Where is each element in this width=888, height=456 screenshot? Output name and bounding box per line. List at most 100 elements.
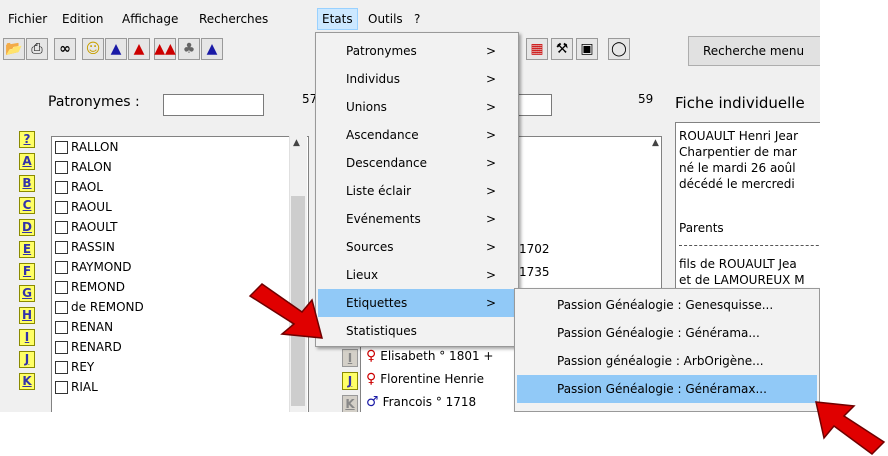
letter-tab-c[interactable]: C <box>19 197 35 214</box>
letter-tab-e[interactable]: E <box>19 241 35 258</box>
chevron-right-icon: > <box>485 184 496 198</box>
menu-item-etiquettes[interactable]: Etiquettes > <box>318 289 516 317</box>
list-item[interactable]: RENARD <box>55 337 122 357</box>
surname-list: RALLON RALON RAOL RAOUL RAOULT RASSIN RA… <box>51 136 309 412</box>
checkbox[interactable] <box>55 320 68 334</box>
menu-item-sources[interactable]: Sources > <box>318 233 516 261</box>
list-item[interactable]: RIAL <box>55 377 98 397</box>
menu-item-statistiques[interactable]: Statistiques <box>318 317 516 345</box>
menu-outils[interactable]: Outils <box>364 8 407 30</box>
checkbox[interactable] <box>55 360 68 374</box>
menu-etats[interactable]: Etats <box>317 8 358 30</box>
divider <box>679 245 820 246</box>
list-item[interactable]: RAYMOND <box>55 257 131 277</box>
fiche-parents-label: Parents <box>679 221 724 235</box>
smiley-icon[interactable]: ☺ <box>82 38 104 60</box>
letter-tab-g[interactable]: G <box>19 285 35 302</box>
menu-item-ascendance[interactable]: Ascendance > <box>318 121 516 149</box>
menu-recherches[interactable]: Recherches <box>195 8 272 30</box>
menu-edition[interactable]: Edition <box>58 8 108 30</box>
letter-tab-k[interactable]: K <box>342 395 358 412</box>
people-icon[interactable]: ▲ <box>201 38 223 60</box>
list-item[interactable]: ♀ Elisabeth ° 1801 + <box>366 346 493 366</box>
submenu-item-arborigene[interactable]: Passion généalogie : ArbOrigène... <box>517 347 817 375</box>
checkbox[interactable] <box>55 340 68 354</box>
list-item[interactable]: RALLON <box>55 137 118 157</box>
list-item[interactable]: RAOL <box>55 177 103 197</box>
submenu-item-genesquisse[interactable]: Passion Généalogie : Genesquisse... <box>517 291 817 319</box>
letter-tab-a[interactable]: A <box>19 153 35 170</box>
scroll-up-icon[interactable]: ▲ <box>652 138 659 148</box>
letter-tab-k[interactable]: K <box>19 373 35 390</box>
list-item[interactable]: REMOND <box>55 277 125 297</box>
checkbox[interactable] <box>55 140 68 154</box>
checkbox[interactable] <box>55 180 68 194</box>
menu-item-unions[interactable]: Unions > <box>318 93 516 121</box>
list-item[interactable]: RAOULT <box>55 217 117 237</box>
list-item[interactable]: RENAN <box>55 317 113 337</box>
checkbox[interactable] <box>55 300 68 314</box>
lightbulb-icon[interactable]: ◯ <box>608 38 630 60</box>
menu-item-individus[interactable]: Individus > <box>318 65 516 93</box>
checkbox[interactable] <box>55 160 68 174</box>
list-item[interactable]: RALON <box>55 157 112 177</box>
woman-icon[interactable]: ▲ <box>128 38 150 60</box>
submenu-item-generamax[interactable]: Passion Généalogie : Généramax... <box>517 375 817 403</box>
man-icon[interactable]: ▲ <box>105 38 127 60</box>
fiche-panel: ROUAULT Henri Jear Charpentier de mar né… <box>675 122 820 292</box>
checkbox[interactable] <box>55 240 68 254</box>
menu-item-lieux[interactable]: Lieux > <box>318 261 516 289</box>
chevron-right-icon: > <box>485 240 496 254</box>
etats-dropdown-menu: Patronymes > Individus > Unions > Ascendanc… <box>315 32 519 347</box>
scroll-up-icon[interactable]: ▲ <box>293 138 300 148</box>
menu-item-evenements[interactable]: Evénements > <box>318 205 516 233</box>
letter-tab-j[interactable]: J <box>19 351 35 368</box>
checkbox[interactable] <box>55 260 68 274</box>
birth-year: 1735 <box>519 265 550 279</box>
menu-item-patronymes[interactable]: Patronymes > <box>318 37 516 65</box>
male-icon: ♂ <box>366 394 379 410</box>
letter-tab-j[interactable]: J <box>342 372 358 390</box>
submenu-item-generama[interactable]: Passion Généalogie : Générama... <box>517 319 817 347</box>
individus-count: 59 <box>638 92 654 106</box>
letter-tab-i[interactable]: I <box>342 349 358 367</box>
list-item[interactable]: RAOUL <box>55 197 112 217</box>
checkbox[interactable] <box>55 280 68 294</box>
list-item[interactable]: RASSIN <box>55 237 115 257</box>
binoculars-icon[interactable]: ∞ <box>54 38 76 60</box>
etiquettes-submenu: Passion Généalogie : Genesquisse... Pass… <box>514 288 820 412</box>
letter-tab-d[interactable]: D <box>19 219 35 236</box>
list-item[interactable]: de REMOND <box>55 297 144 317</box>
fiche-line: fils de ROUAULT Jea <box>679 257 797 271</box>
list-item[interactable]: ♂ Francois ° 1718 <box>366 392 476 412</box>
fiche-line: décédé le mercredi <box>679 177 795 191</box>
fiche-line: né le mardi 26 aoûl <box>679 161 796 175</box>
couple-icon[interactable]: ▲▲ <box>154 38 176 60</box>
letter-tab-b[interactable]: B <box>19 175 35 192</box>
checkbox[interactable] <box>55 380 68 394</box>
open-folder-icon[interactable]: 📂 <box>3 38 25 60</box>
letter-tab-unknown[interactable]: ? <box>19 131 35 148</box>
search-menu-button[interactable]: Recherche menu <box>688 36 820 66</box>
printer-icon[interactable]: ⎙ <box>26 38 48 60</box>
menubar: Fichier Edition Affichage Recherches Eta… <box>0 0 820 32</box>
menu-item-liste-eclair[interactable]: Liste éclair > <box>318 177 516 205</box>
patronymes-search-input[interactable] <box>163 94 264 116</box>
list-item[interactable]: REY <box>55 357 94 377</box>
calendar-icon[interactable]: ▦ <box>526 38 548 60</box>
tools-icon[interactable]: ⚒ <box>551 38 573 60</box>
list-item[interactable]: ♀ Florentine Henrie <box>366 369 484 389</box>
menu-item-descendance[interactable]: Descendance > <box>318 149 516 177</box>
letter-tab-f[interactable]: F <box>19 263 35 280</box>
save-icon[interactable]: ▣ <box>576 38 598 60</box>
patronymes-label: Patronymes : <box>48 94 140 110</box>
menu-help[interactable]: ? <box>410 8 424 30</box>
checkbox[interactable] <box>55 220 68 234</box>
chevron-right-icon: > <box>485 100 496 114</box>
menu-affichage[interactable]: Affichage <box>118 8 182 30</box>
letter-tab-h[interactable]: H <box>19 307 35 324</box>
family-tree-icon[interactable]: ♣ <box>178 38 200 60</box>
checkbox[interactable] <box>55 200 68 214</box>
menu-fichier[interactable]: Fichier <box>4 8 51 30</box>
letter-tab-i[interactable]: I <box>19 329 35 346</box>
